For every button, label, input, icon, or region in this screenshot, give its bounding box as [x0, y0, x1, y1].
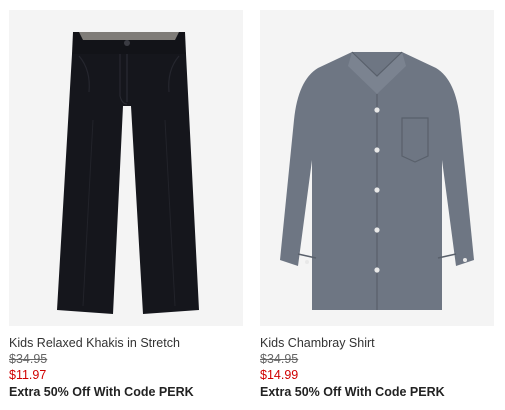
promo-text: Extra 50% Off With Code PERK [9, 385, 194, 399]
product-image[interactable] [260, 10, 494, 326]
shirt-icon [280, 51, 474, 310]
product-card[interactable]: Kids Chambray Shirt $34.95 $14.99 Extra … [260, 10, 494, 401]
product-info: Kids Relaxed Khakis in Stretch $34.95 $1… [9, 326, 243, 401]
promo-text: Extra 50% Off With Code PERK [260, 385, 445, 399]
original-price: $34.95 [260, 352, 299, 366]
product-grid: Kids Relaxed Khakis in Stretch $34.95 $1… [0, 0, 505, 410]
original-price: $34.95 [9, 352, 48, 366]
product-card[interactable]: Kids Relaxed Khakis in Stretch $34.95 $1… [9, 10, 243, 401]
product-name-link[interactable]: Kids Relaxed Khakis in Stretch [9, 335, 243, 351]
sale-price: $11.97 [9, 368, 47, 382]
product-image[interactable] [9, 10, 243, 326]
product-name-link[interactable]: Kids Chambray Shirt [260, 335, 494, 351]
pants-icon [57, 32, 199, 314]
product-info: Kids Chambray Shirt $34.95 $14.99 Extra … [260, 326, 494, 401]
sale-price: $14.99 [260, 368, 299, 382]
